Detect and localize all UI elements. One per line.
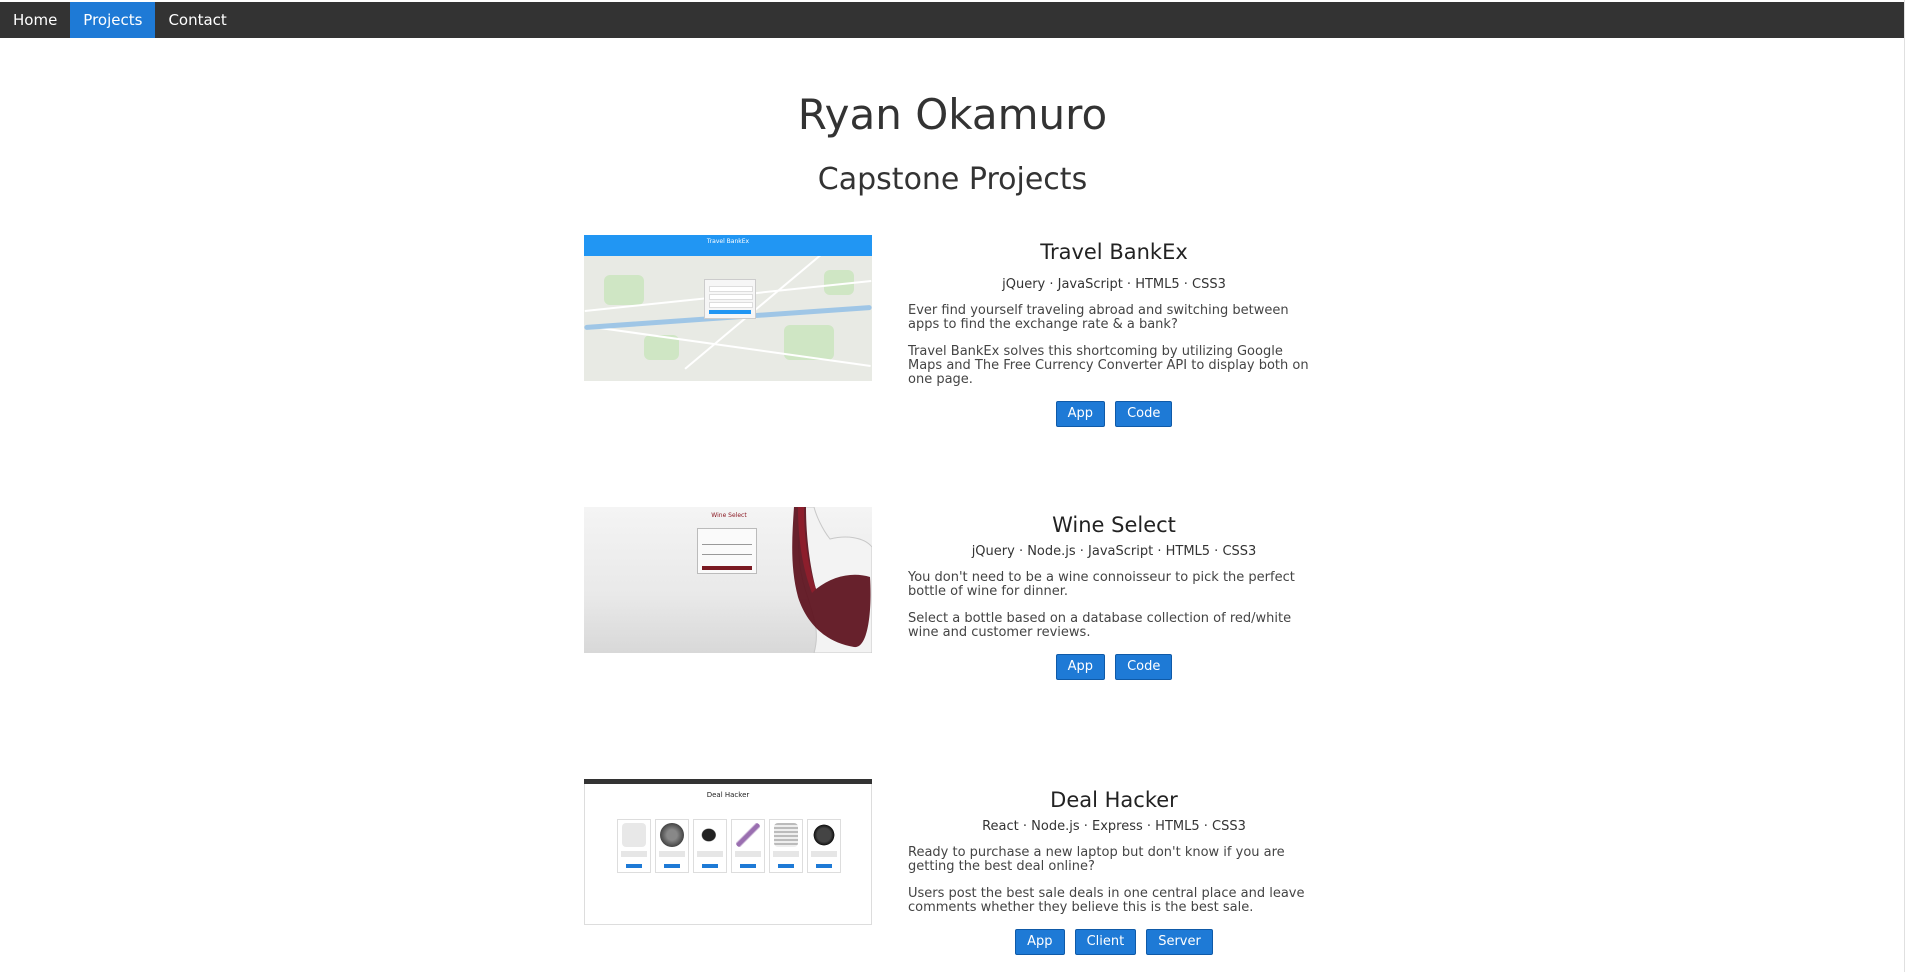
page-title: Ryan Okamuro [797, 90, 1108, 139]
project-title: Travel BankEx [1040, 240, 1188, 264]
project-description: Ready to purchase a new laptop but don't… [908, 845, 1285, 874]
project-title: Deal Hacker [1050, 788, 1178, 812]
nav-contact-link[interactable]: Contact [155, 2, 239, 38]
app-button[interactable]: App [1055, 401, 1106, 427]
code-button[interactable]: Code [1115, 401, 1173, 427]
project-description: Travel BankEx solves this shortcoming by… [908, 344, 1309, 387]
wine-glass-icon [792, 507, 872, 653]
project-screenshot-wine-select[interactable]: Wine Select [584, 507, 872, 653]
thumbnail-form [704, 279, 756, 319]
top-nav: Home Projects Contact [0, 2, 1905, 38]
project-description: You don't need to be a wine connoisseur … [908, 570, 1295, 599]
nav-home-link[interactable]: Home [0, 2, 70, 38]
project-tech-stack: jQuery · Node.js · JavaScript · HTML5 · … [971, 544, 1257, 559]
server-button[interactable]: Server [1146, 929, 1213, 955]
project-info: Travel BankEx jQuery · JavaScript · HTML… [908, 239, 1320, 427]
project-screenshot-deal-hacker[interactable]: Deal Hacker [584, 779, 872, 925]
project-deal-hacker: Deal Hacker Deal Hacker React · Node.js … [584, 779, 1324, 959]
client-button[interactable]: Client [1074, 929, 1137, 955]
app-button[interactable]: App [1055, 654, 1106, 680]
project-travel-bankex: Travel BankEx Travel BankEx jQuery · Jav… [584, 235, 1324, 427]
app-button[interactable]: App [1015, 929, 1065, 955]
code-button[interactable]: Code [1115, 654, 1173, 680]
project-info: Deal Hacker React · Node.js · Express · … [908, 787, 1320, 955]
project-wine-select: Wine Select Wine Select jQuery · Node.js… [584, 507, 1324, 687]
project-description: Users post the best sale deals in one ce… [908, 886, 1305, 915]
project-screenshot-travel-bankex[interactable]: Travel BankEx [584, 235, 872, 381]
project-description: Select a bottle based on a database coll… [908, 611, 1292, 640]
thumbnail-header: Travel BankEx [584, 235, 872, 256]
section-title: Capstone Projects [817, 162, 1088, 197]
nav-projects-link[interactable]: Projects [70, 2, 156, 38]
project-title: Wine Select [1052, 513, 1176, 537]
project-description: Ever find yourself traveling abroad and … [908, 303, 1289, 332]
project-info: Wine Select jQuery · Node.js · JavaScrip… [908, 512, 1320, 680]
project-tech-stack: React · Node.js · Express · HTML5 · CSS3 [982, 819, 1246, 834]
project-tech-stack: jQuery · JavaScript · HTML5 · CSS3 [1002, 277, 1226, 292]
